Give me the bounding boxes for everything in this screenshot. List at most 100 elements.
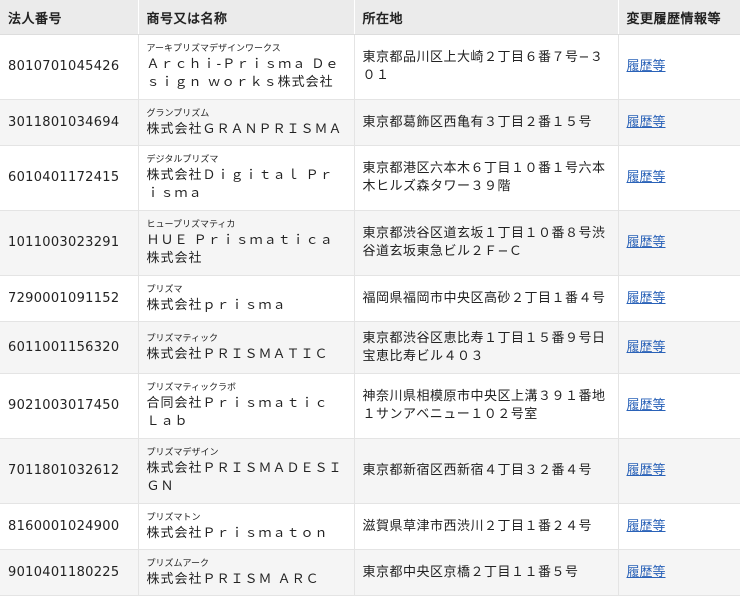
table-row: 1011003023291 ヒュープリズマティカ ＨＵＥ Ｐｒｉｓｍａｔｉｃａ株… xyxy=(0,210,740,276)
corp-no-cell: 6010401172415 xyxy=(0,145,139,211)
history-cell: 履歴等 xyxy=(618,34,740,100)
history-cell: 履歴等 xyxy=(618,145,740,211)
address-cell: 東京都葛飾区西亀有３丁目２番１５号 xyxy=(354,99,619,146)
history-cell: 履歴等 xyxy=(618,210,740,276)
history-link[interactable]: 履歴等 xyxy=(627,340,666,355)
address-cell: 東京都港区六本木６丁目１０番１号六本木ヒルズ森タワー３９階 xyxy=(354,145,619,211)
name-kana: プリズマデザイン xyxy=(146,448,219,458)
corp-no-cell: 6011001156320 xyxy=(0,321,139,374)
history-link[interactable]: 履歴等 xyxy=(627,59,666,74)
corp-no: 6011001156320 xyxy=(8,339,120,355)
header-address: 所在地 xyxy=(354,0,619,35)
corp-name: 株式会社ＧＲＡＮＰＲＩＳＭＡ xyxy=(146,121,343,137)
address: 東京都品川区上大崎２丁目６番７号−３０１ xyxy=(362,50,604,83)
corp-no: 1011003023291 xyxy=(8,235,120,250)
history-cell: 履歴等 xyxy=(618,503,740,550)
table-row: 8010701045426 アーキプリズマデザインワークス Ａｒｃｈｉ-Ｐｒｉｓ… xyxy=(0,34,740,100)
table-row: 7290001091152 プリズマ 株式会社ｐｒｉｓｍａ 福岡県福岡市中央区高… xyxy=(0,275,740,322)
address: 福岡県福岡市中央区高砂２丁目１番４号 xyxy=(362,290,606,306)
corp-no-cell: 8010701045426 xyxy=(0,34,139,100)
corp-no: 8160001024900 xyxy=(8,518,120,534)
corp-no-cell: 7290001091152 xyxy=(0,275,139,322)
header-name: 商号又は名称 xyxy=(138,0,355,35)
corp-name: 株式会社Ｄｉｇｉｔａｌ Ｐｒｉｓｍａ xyxy=(146,168,334,201)
name-cell: デジタルプリズマ 株式会社Ｄｉｇｉｔａｌ Ｐｒｉｓｍａ xyxy=(138,145,355,211)
corp-no-cell: 9021003017450 xyxy=(0,373,139,439)
address: 神奈川県相模原市中央区上溝３９１番地１サンアベニュー１０２号室 xyxy=(362,389,606,422)
header-history: 変更履歴情報等 xyxy=(618,0,740,35)
address: 東京都渋谷区恵比寿１丁目１５番９号日宝恵比寿ビル４０３ xyxy=(362,330,606,364)
corp-name: 株式会社Ｐｒｉｓｍａｔｏｎ xyxy=(146,525,329,541)
corp-no-cell: 7011801032612 xyxy=(0,438,139,504)
address: 東京都港区六本木６丁目１０番１号六本木ヒルズ森タワー３９階 xyxy=(362,161,606,194)
corp-no: 8010701045426 xyxy=(8,59,120,74)
corp-name: 株式会社ＰＲＩＳＭ ＡＲＣ xyxy=(146,571,320,587)
history-cell: 履歴等 xyxy=(618,438,740,504)
history-cell: 履歴等 xyxy=(618,373,740,439)
history-link[interactable]: 履歴等 xyxy=(627,519,666,534)
table-row: 3011801034694 グランプリズム 株式会社ＧＲＡＮＰＲＩＳＭＡ 東京都… xyxy=(0,99,740,146)
history-link[interactable]: 履歴等 xyxy=(627,565,666,580)
corp-no-cell: 1011003023291 xyxy=(0,210,139,276)
corp-no: 6010401172415 xyxy=(8,170,120,185)
address: 滋賀県草津市西渋川２丁目１番２４号 xyxy=(362,518,593,534)
corp-no: 9021003017450 xyxy=(8,398,120,413)
history-cell: 履歴等 xyxy=(618,275,740,322)
name-cell: プリズマ 株式会社ｐｒｉｓｍａ xyxy=(138,275,355,322)
corp-no-cell: 8160001024900 xyxy=(0,503,139,550)
corporation-results-table: 法人番号 商号又は名称 所在地 変更履歴情報等 8010701045426 アー… xyxy=(0,0,740,596)
name-kana: プリズマティック xyxy=(146,333,218,344)
address-cell: 東京都新宿区西新宿４丁目３２番４号 xyxy=(354,438,619,504)
name-cell: プリズマティックラボ 合同会社Ｐｒｉｓｍａｔｉｃ Ｌａｂ xyxy=(138,373,355,439)
table-row: 9021003017450 プリズマティックラボ 合同会社Ｐｒｉｓｍａｔｉｃ Ｌ… xyxy=(0,373,740,439)
history-cell: 履歴等 xyxy=(618,99,740,146)
address-cell: 東京都品川区上大崎２丁目６番７号−３０１ xyxy=(354,34,619,100)
table-row: 9010401180225 プリズムアーク 株式会社ＰＲＩＳＭ ＡＲＣ 東京都中… xyxy=(0,549,740,596)
name-cell: プリズムアーク 株式会社ＰＲＩＳＭ ＡＲＣ xyxy=(138,549,355,596)
name-cell: アーキプリズマデザインワークス Ａｒｃｈｉ-Ｐｒｉｓｍａ Ｄｅｓｉｇｎ ｗｏｒｋ… xyxy=(138,34,355,100)
name-cell: グランプリズム 株式会社ＧＲＡＮＰＲＩＳＭＡ xyxy=(138,99,355,146)
table-row: 8160001024900 プリズマトン 株式会社Ｐｒｉｓｍａｔｏｎ 滋賀県草津… xyxy=(0,503,740,550)
name-kana: プリズムアーク xyxy=(146,558,209,569)
corp-no: 3011801034694 xyxy=(8,114,120,130)
name-kana: アーキプリズマデザインワークス xyxy=(146,44,281,54)
name-cell: プリズマデザイン 株式会社ＰＲＩＳＭＡＤＥＳＩＧＮ xyxy=(138,438,355,504)
address: 東京都中央区京橋２丁目１１番５号 xyxy=(362,564,579,580)
address: 東京都新宿区西新宿４丁目３２番４号 xyxy=(362,463,593,478)
name-kana: デジタルプリズマ xyxy=(146,155,219,165)
table-row: 6010401172415 デジタルプリズマ 株式会社Ｄｉｇｉｔａｌ Ｐｒｉｓｍ… xyxy=(0,145,740,211)
table-row: 6011001156320 プリズマティック 株式会社ＰＲＩＳＭＡＴＩＣ 東京都… xyxy=(0,321,740,374)
name-kana: グランプリズム xyxy=(146,108,210,119)
name-kana: ヒュープリズマティカ xyxy=(146,220,236,230)
address-cell: 東京都渋谷区道玄坂１丁目１０番８号渋谷道玄坂東急ビル２Ｆ−Ｃ xyxy=(354,210,619,276)
corp-no-cell: 3011801034694 xyxy=(0,99,139,146)
corp-name: 株式会社ＰＲＩＳＭＡＤＥＳＩＧＮ xyxy=(146,461,343,494)
address-cell: 滋賀県草津市西渋川２丁目１番２４号 xyxy=(354,503,619,550)
history-link[interactable]: 履歴等 xyxy=(627,291,666,306)
name-kana: プリズマトン xyxy=(146,512,201,523)
corp-name: 株式会社ＰＲＩＳＭＡＴＩＣ xyxy=(146,346,329,362)
history-link[interactable]: 履歴等 xyxy=(627,398,666,413)
corp-no: 7011801032612 xyxy=(8,463,120,478)
address: 東京都渋谷区道玄坂１丁目１０番８号渋谷道玄坂東急ビル２Ｆ−Ｃ xyxy=(362,226,606,259)
address: 東京都葛飾区西亀有３丁目２番１５号 xyxy=(362,114,593,130)
address-cell: 神奈川県相模原市中央区上溝３９１番地１サンアベニュー１０２号室 xyxy=(354,373,619,439)
history-link[interactable]: 履歴等 xyxy=(627,115,666,130)
corp-no-cell: 9010401180225 xyxy=(0,549,139,596)
history-link[interactable]: 履歴等 xyxy=(627,170,666,185)
table-row: 7011801032612 プリズマデザイン 株式会社ＰＲＩＳＭＡＤＥＳＩＧＮ … xyxy=(0,438,740,504)
address-cell: 東京都中央区京橋２丁目１１番５号 xyxy=(354,549,619,596)
name-cell: プリズマトン 株式会社Ｐｒｉｓｍａｔｏｎ xyxy=(138,503,355,550)
header-corp-no: 法人番号 xyxy=(0,0,139,35)
corp-name: 合同会社Ｐｒｉｓｍａｔｉｃ Ｌａｂ xyxy=(146,396,329,429)
name-kana: プリズマ xyxy=(146,284,183,295)
corp-name: 株式会社ｐｒｉｓｍａ xyxy=(146,297,287,313)
address-cell: 東京都渋谷区恵比寿１丁目１５番９号日宝恵比寿ビル４０３ xyxy=(354,321,619,374)
name-kana: プリズマティックラボ xyxy=(146,383,236,393)
history-link[interactable]: 履歴等 xyxy=(627,235,666,250)
history-cell: 履歴等 xyxy=(618,549,740,596)
name-cell: プリズマティック 株式会社ＰＲＩＳＭＡＴＩＣ xyxy=(138,321,355,374)
corp-no: 9010401180225 xyxy=(8,564,120,580)
history-link[interactable]: 履歴等 xyxy=(627,463,666,478)
corp-name: ＨＵＥ Ｐｒｉｓｍａｔｉｃａ株式会社 xyxy=(146,233,334,266)
